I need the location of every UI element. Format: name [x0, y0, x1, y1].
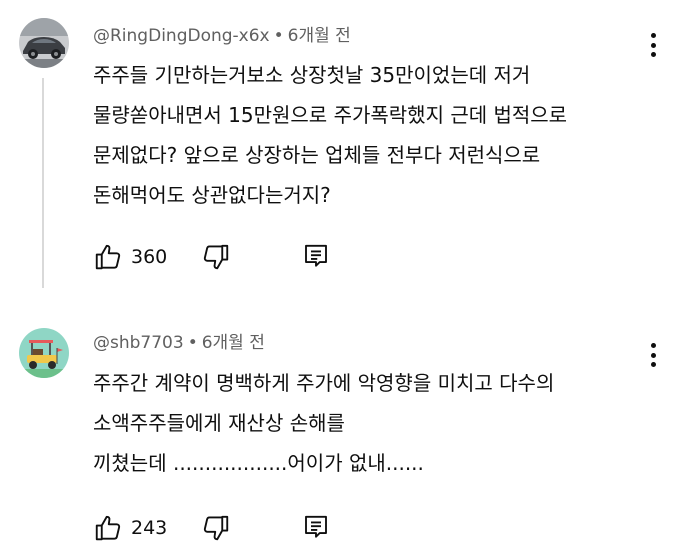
like-count: 360 — [131, 246, 168, 268]
thumbs-down-icon — [203, 515, 229, 541]
golf-cart-avatar-image — [19, 328, 69, 378]
comment-body: 주주들 기만하는거보소 상장첫날 35만이었는데 저거 물량쏟아내면서 15만원… — [93, 55, 663, 215]
comment-line: 소액주주들에게 재산상 손해를 — [93, 411, 345, 435]
comment-line: 문제없다? 앞으로 상장하는 업체들 전부다 저런식으로 — [93, 143, 541, 167]
comment-author[interactable]: @shb7703 — [93, 333, 184, 353]
comment-meta: @RingDingDong-x6x • 6개월 전 — [93, 25, 351, 47]
car-avatar-image — [19, 18, 69, 68]
reply-icon — [305, 244, 327, 267]
avatar[interactable] — [19, 328, 69, 378]
comment: @RingDingDong-x6x • 6개월 전 주주들 기만하는거보소 상장첫날… — [0, 0, 695, 290]
meta-separator: • — [187, 333, 198, 353]
dislike-button[interactable] — [201, 511, 231, 545]
avatar[interactable] — [19, 18, 69, 68]
like-count: 243 — [131, 517, 168, 539]
comment-line: 주주들 기만하는거보소 상장첫날 35만이었는데 저거 — [93, 63, 531, 87]
thumbs-up-icon — [95, 244, 121, 270]
reply-button[interactable] — [301, 240, 331, 274]
thumbs-up-icon — [95, 515, 121, 541]
reply-icon — [305, 515, 327, 538]
thread-line — [42, 78, 44, 288]
dislike-button[interactable] — [201, 240, 231, 274]
comment-line: 물량쏟아내면서 15만원으로 주가폭락했지 근데 법적으로 — [93, 103, 568, 127]
comment-line: 주주간 계약이 명백하게 주가에 악영향을 미치고 다수의 — [93, 371, 555, 395]
meta-separator: • — [273, 26, 284, 46]
comment: @shb7703 • 6개월 전 주주간 계약이 명백하게 주가에 악영향을 미치고… — [0, 320, 695, 556]
comment-time[interactable]: 6개월 전 — [288, 26, 351, 46]
comment-line: 돈해먹어도 상관없다는거지? — [93, 183, 331, 207]
thumbs-down-icon — [203, 244, 229, 270]
like-button[interactable]: 243 — [93, 511, 167, 545]
comment-author[interactable]: @RingDingDong-x6x — [93, 26, 270, 46]
comment-body: 주주간 계약이 명백하게 주가에 악영향을 미치고 다수의 소액주주들에게 재산… — [93, 363, 663, 483]
comment-line: 끼쳤는데 ..................어이가 없내...... — [93, 451, 424, 475]
reply-button[interactable] — [301, 511, 331, 545]
comment-time[interactable]: 6개월 전 — [202, 333, 265, 353]
comment-meta: @shb7703 • 6개월 전 — [93, 332, 265, 354]
like-button[interactable]: 360 — [93, 240, 167, 274]
